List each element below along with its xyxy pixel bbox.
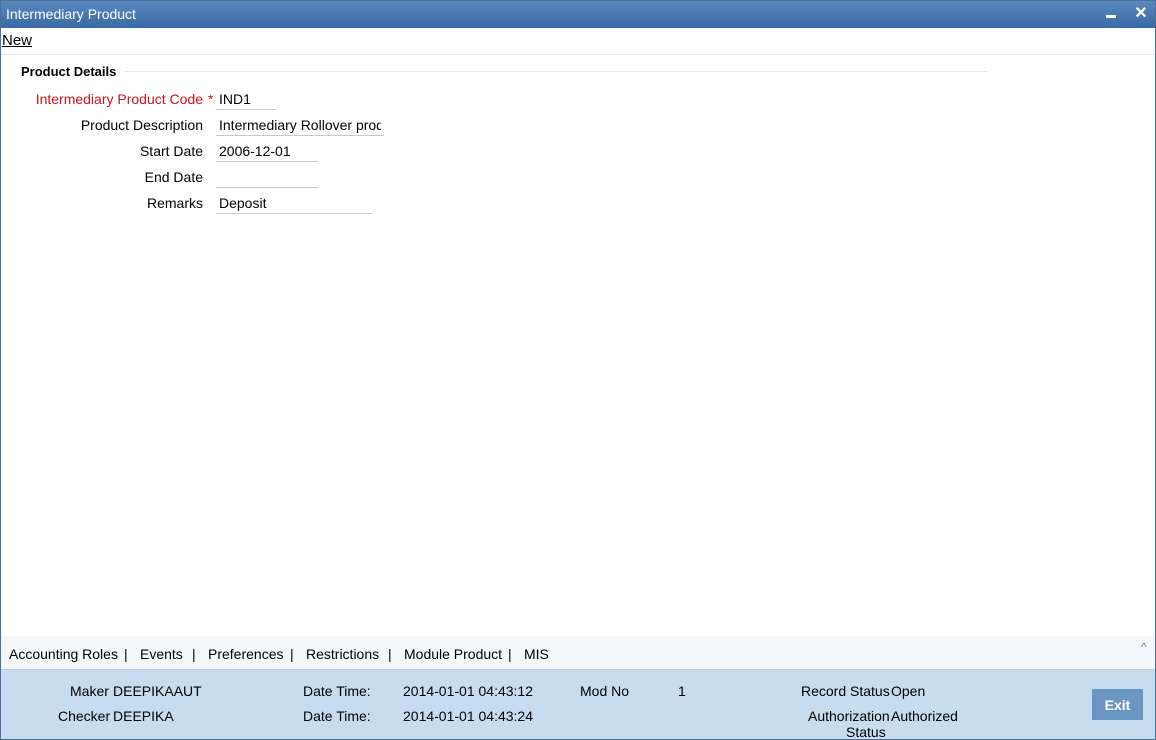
new-link[interactable]: New bbox=[2, 32, 32, 49]
title-bar[interactable]: Intermediary Product ✕ bbox=[1, 1, 1155, 28]
product-code-label: Intermediary Product Code bbox=[35, 91, 203, 107]
checker-label: Checker bbox=[58, 708, 111, 724]
tab-preferences[interactable]: Preferences bbox=[208, 646, 283, 662]
required-marker: * bbox=[208, 91, 214, 107]
tab-separator: | bbox=[388, 646, 392, 662]
authorization-status-label-2: Status bbox=[846, 724, 886, 740]
audit-footer: Maker DEEPIKAAUT Checker DEEPIKA Date Ti… bbox=[1, 669, 1155, 740]
tab-separator: | bbox=[124, 646, 128, 662]
tab-accounting-roles[interactable]: Accounting Roles bbox=[9, 646, 118, 662]
end-date-label: End Date bbox=[144, 169, 203, 185]
maker-label: Maker bbox=[70, 683, 109, 699]
authorization-status-label: Authorization bbox=[808, 708, 890, 724]
maker-datetime-label: Date Time: bbox=[303, 683, 371, 699]
tab-module-product[interactable]: Module Product bbox=[404, 646, 502, 662]
window-title: Intermediary Product bbox=[6, 6, 136, 22]
checker-datetime-value: 2014-01-01 04:43:24 bbox=[403, 708, 533, 724]
maker-datetime-value: 2014-01-01 04:43:12 bbox=[403, 683, 533, 699]
tab-mis[interactable]: MIS bbox=[524, 646, 549, 662]
start-date-label: Start Date bbox=[139, 143, 203, 159]
remarks-label: Remarks bbox=[146, 195, 203, 211]
remarks-input[interactable] bbox=[216, 192, 372, 214]
authorization-status-value: Authorized bbox=[891, 708, 958, 724]
mod-no-value: 1 bbox=[678, 683, 686, 699]
record-status-label: Record Status bbox=[801, 683, 890, 699]
exit-button[interactable]: Exit bbox=[1092, 689, 1143, 720]
product-description-label: Product Description bbox=[80, 117, 203, 133]
record-status-value: Open bbox=[891, 683, 926, 699]
close-icon[interactable]: ✕ bbox=[1131, 4, 1151, 24]
tab-events[interactable]: Events bbox=[140, 646, 183, 662]
tab-separator: | bbox=[508, 646, 512, 662]
tab-separator: | bbox=[290, 646, 294, 662]
mod-no-label: Mod No bbox=[580, 683, 630, 699]
section-divider bbox=[125, 71, 987, 72]
product-description-input[interactable] bbox=[216, 114, 384, 136]
checker-value: DEEPIKA bbox=[113, 708, 174, 724]
start-date-input[interactable] bbox=[216, 140, 318, 162]
tab-separator: | bbox=[192, 646, 196, 662]
section-title: Product Details bbox=[21, 64, 117, 79]
maker-value: DEEPIKAAUT bbox=[113, 683, 202, 699]
toolbar: New bbox=[1, 28, 1155, 55]
subsystem-tabs: Accounting Roles | Events | Preferences … bbox=[1, 636, 1155, 669]
product-window: Intermediary Product ✕ New Product Detai… bbox=[0, 0, 1156, 740]
checker-datetime-label: Date Time: bbox=[303, 708, 371, 724]
product-code-input[interactable] bbox=[216, 88, 276, 110]
end-date-input[interactable] bbox=[216, 166, 318, 188]
tab-restrictions[interactable]: Restrictions bbox=[306, 646, 379, 662]
chevron-up-icon[interactable]: ^ bbox=[1141, 640, 1147, 654]
minimize-icon[interactable] bbox=[1101, 4, 1121, 24]
